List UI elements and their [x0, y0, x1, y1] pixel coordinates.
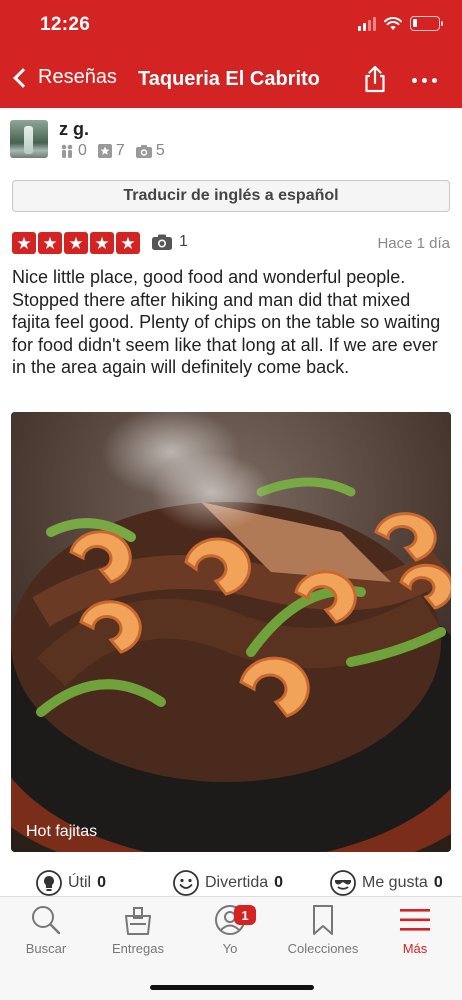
review-star-icon	[97, 144, 112, 158]
translate-button[interactable]: Traducir de inglés a español	[12, 180, 450, 212]
cool-label: Me gusta	[362, 874, 428, 891]
status-icons	[358, 16, 443, 31]
tab-more[interactable]: Más	[370, 903, 460, 956]
status-time: 12:26	[40, 14, 91, 35]
funny-label: Divertida	[205, 874, 269, 891]
friends-count: 0	[78, 142, 87, 159]
sunglasses-icon	[330, 870, 356, 896]
tab-label: Yo	[222, 941, 238, 956]
avatar[interactable]	[10, 120, 48, 158]
share-icon[interactable]	[362, 64, 388, 94]
photos-count: 5	[155, 142, 165, 159]
search-icon	[32, 906, 61, 935]
menu-icon	[400, 909, 430, 931]
wifi-icon	[384, 16, 402, 30]
funny-count: 0	[274, 874, 284, 891]
smiley-icon	[173, 870, 199, 896]
reviews-stat: 7	[97, 142, 125, 160]
review-date: Hace 1 día	[377, 235, 450, 252]
battery-icon	[410, 16, 443, 31]
nav-bar: Reseñas Taqueria El Cabrito	[0, 52, 462, 108]
tab-label: Colecciones	[287, 941, 359, 956]
star-icon: ★	[116, 232, 140, 254]
chevron-left-icon	[13, 67, 33, 88]
useful-count: 0	[97, 874, 107, 891]
review-photo[interactable]: Hot fajitas	[11, 412, 451, 852]
page-title: Taqueria El Cabrito	[138, 68, 320, 90]
tab-label: Más	[402, 941, 428, 956]
tab-me[interactable]: 1 Yo	[185, 903, 275, 956]
friends-icon	[61, 144, 73, 158]
friends-stat: 0	[59, 142, 87, 160]
bookmark-icon	[313, 905, 333, 935]
star-rating: ★ ★ ★ ★ ★	[12, 232, 140, 254]
rating-row: ★ ★ ★ ★ ★ 1 Hace 1 día	[12, 232, 450, 256]
review-text: Nice little place, good food and wonderf…	[12, 267, 441, 377]
tab-search[interactable]: Buscar	[1, 903, 91, 956]
cool-count: 0	[433, 874, 443, 891]
star-icon: ★	[90, 232, 114, 254]
back-label: Reseñas	[38, 66, 117, 88]
photo-count-value: 1	[179, 233, 188, 250]
useful-label: Útil	[68, 874, 92, 891]
star-icon: ★	[64, 232, 88, 254]
review-photo-count[interactable]: 1	[151, 233, 188, 251]
tab-label: Buscar	[25, 941, 67, 956]
delivery-bag-icon	[125, 907, 151, 935]
photo-caption: Hot fajitas	[26, 823, 98, 840]
tab-label: Entregas	[111, 941, 165, 956]
status-bar: 12:26	[0, 0, 462, 52]
funny-button[interactable]: Divertida 0	[173, 870, 283, 896]
user-stats: 0 7 5	[59, 142, 171, 160]
star-icon: ★	[38, 232, 62, 254]
star-icon: ★	[12, 232, 36, 254]
signal-icon	[358, 16, 376, 31]
reviewer-info[interactable]: z g. 0 7 5	[10, 119, 450, 160]
user-name[interactable]: z g.	[59, 119, 89, 140]
camera-icon	[152, 234, 172, 250]
tab-delivery[interactable]: Entregas	[93, 903, 183, 956]
photos-stat: 5	[135, 142, 165, 160]
lightbulb-icon	[36, 870, 62, 896]
reviews-count: 7	[115, 142, 125, 159]
more-dots-icon[interactable]	[412, 78, 437, 83]
camera-icon	[135, 145, 152, 158]
home-indicator[interactable]	[150, 985, 314, 990]
back-button[interactable]: Reseñas	[10, 66, 117, 89]
tab-bar: Buscar Entregas 1 Yo Colecciones Más	[0, 896, 462, 1000]
useful-button[interactable]: Útil 0	[36, 870, 106, 896]
notification-badge: 1	[234, 905, 256, 925]
cool-button[interactable]: Me gusta 0	[330, 870, 443, 896]
fajitas-photo	[11, 412, 451, 852]
tab-collections[interactable]: Colecciones	[278, 903, 368, 956]
